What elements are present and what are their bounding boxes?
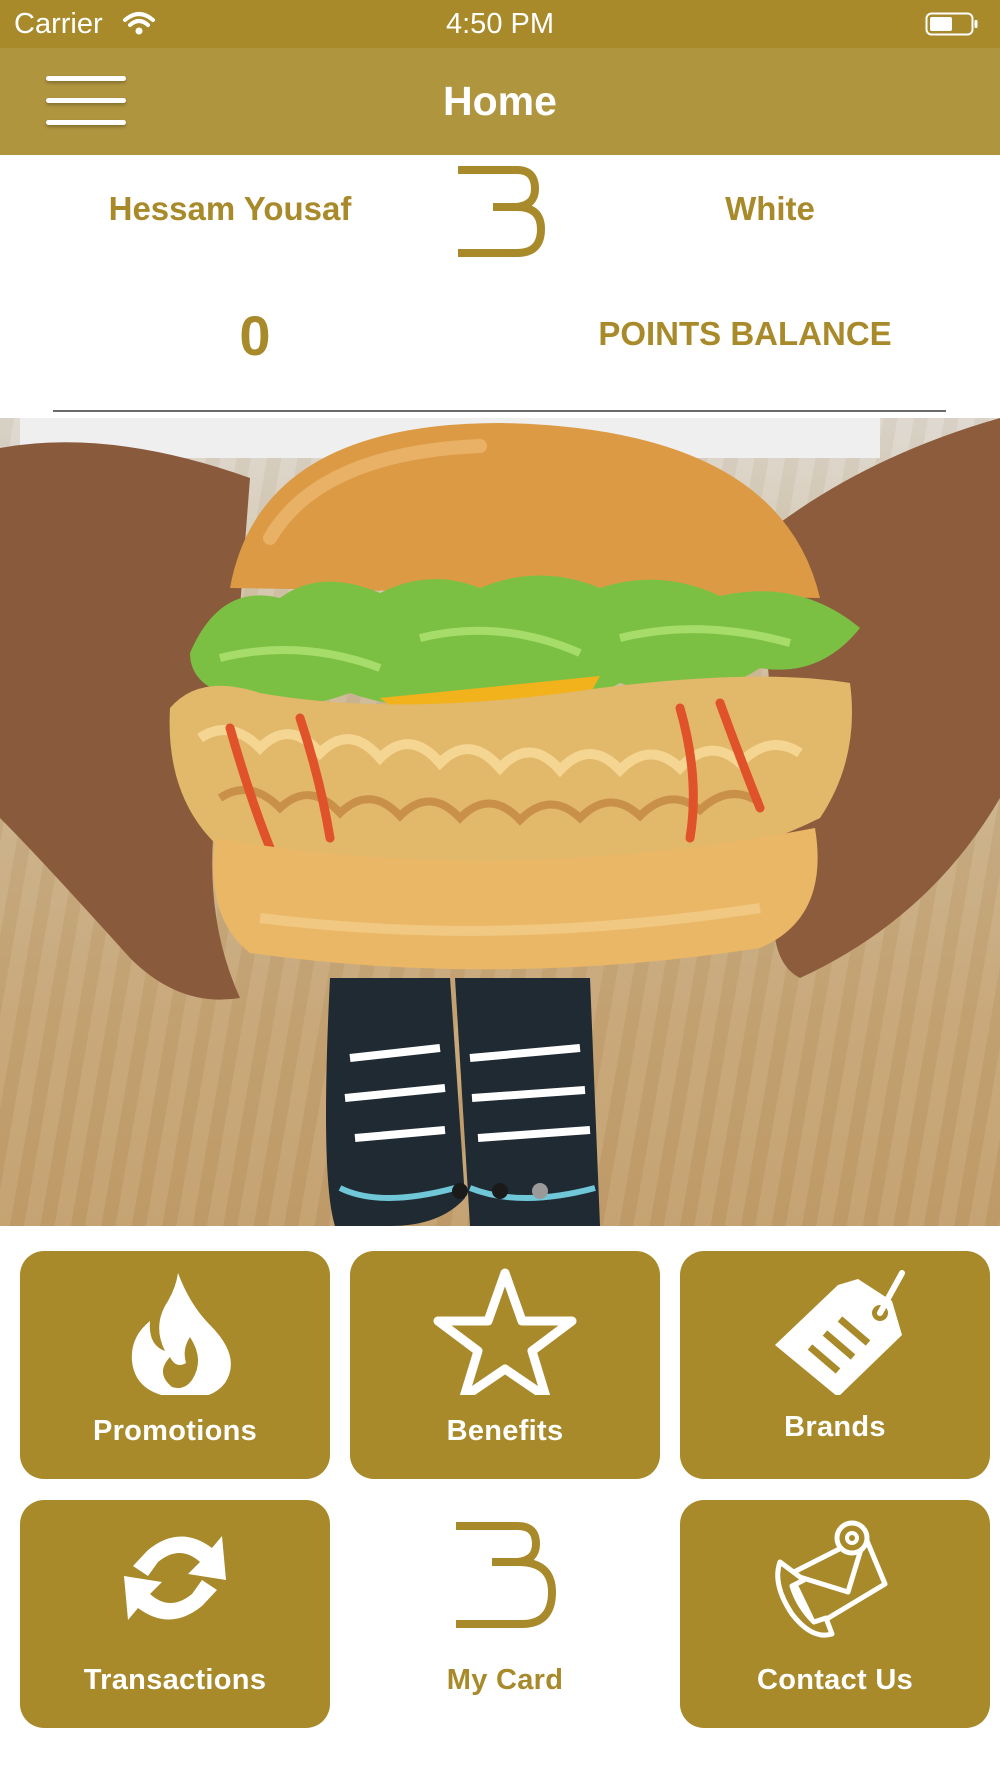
contact-envelope-icon xyxy=(775,1520,888,1638)
points-balance-label: POINTS BALANCE xyxy=(598,315,892,352)
page-title: Home xyxy=(443,78,557,124)
refresh-arrows-icon xyxy=(124,1536,226,1620)
carousel-page-indicator[interactable] xyxy=(0,1183,1000,1204)
flame-icon xyxy=(131,1273,231,1395)
transactions-button[interactable]: Transactions xyxy=(20,1500,330,1728)
brands-button[interactable]: Brands xyxy=(680,1251,990,1479)
my-card-label: My Card xyxy=(446,1664,564,1696)
member-name: Hessam Yousaf xyxy=(108,190,352,227)
brands-label: Brands xyxy=(784,1411,886,1443)
star-icon xyxy=(433,1268,577,1395)
contact-us-label: Contact Us xyxy=(756,1664,914,1696)
promotions-label: Promotions xyxy=(92,1415,258,1447)
promo-banner-carousel[interactable] xyxy=(0,418,1000,1226)
navigation-bar: Home xyxy=(0,48,1000,155)
page-dot-3[interactable] xyxy=(532,1183,549,1199)
promotions-button[interactable]: Promotions xyxy=(20,1251,330,1479)
benefits-button[interactable]: Benefits xyxy=(350,1251,660,1479)
tag-icon xyxy=(775,1270,905,1395)
page-dot-1[interactable] xyxy=(451,1183,468,1199)
membership-tier: White xyxy=(725,190,815,227)
contact-us-button[interactable]: Contact Us xyxy=(680,1500,990,1728)
divider xyxy=(53,410,946,412)
transactions-label: Transactions xyxy=(83,1664,267,1696)
brand-logo-icon xyxy=(458,166,545,257)
my-card-button[interactable]: My Card xyxy=(350,1500,660,1728)
points-value: 0 xyxy=(239,304,271,367)
burger-photo xyxy=(0,418,1000,1226)
profile-summary: Hessam Yousaf White 0 POINTS BALANCE xyxy=(0,155,1000,417)
battery-icon xyxy=(925,12,978,36)
brand-logo-icon xyxy=(456,1522,556,1628)
status-bar: Carrier 4:50 PM xyxy=(0,0,1000,48)
benefits-label: Benefits xyxy=(446,1415,564,1447)
clock: 4:50 PM xyxy=(446,8,554,40)
page-dot-2[interactable] xyxy=(492,1183,508,1199)
